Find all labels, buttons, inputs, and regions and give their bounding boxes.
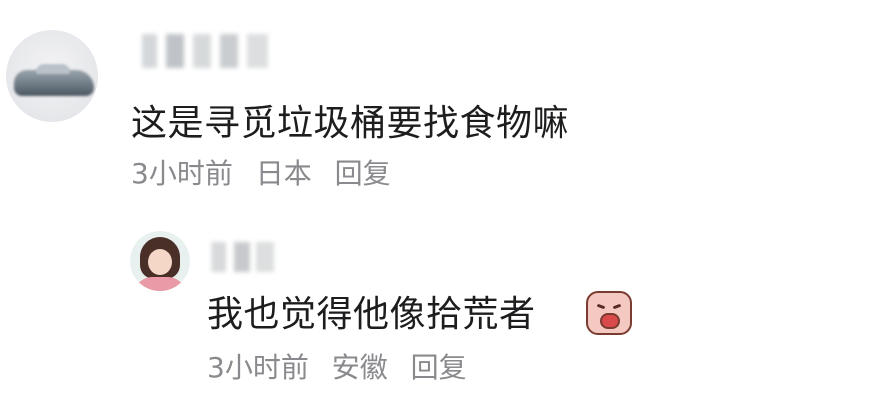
- avatar[interactable]: [6, 30, 98, 122]
- avatar-shirt: [134, 277, 186, 291]
- reply-text: 我也觉得他像拾荒者: [207, 294, 536, 335]
- car-window: [36, 64, 70, 74]
- reply-meta: 3小时前 安徽 回复: [207, 348, 481, 388]
- reply-avatar[interactable]: [130, 231, 190, 291]
- comment-text: 这是寻觅垃圾桶要找食物嘛: [131, 103, 570, 144]
- comment-time: 3小时前: [131, 157, 233, 190]
- reply-reply-button[interactable]: 回复: [411, 351, 467, 384]
- blurred-username[interactable]: [133, 34, 283, 68]
- comment-meta: 3小时前 日本 回复: [131, 154, 405, 194]
- comment-thread: 这是寻觅垃圾桶要找食物嘛 3小时前 日本 回复 我也觉得他像拾荒者 3小时前 安…: [0, 0, 895, 405]
- comment-location: 日本: [255, 157, 312, 190]
- reply-button[interactable]: 回复: [335, 157, 391, 190]
- blurred-reply-username[interactable]: [205, 242, 285, 272]
- crying-face-icon: [586, 291, 632, 335]
- emoji-eye-left: [596, 303, 606, 310]
- reply-location: 安徽: [331, 351, 388, 384]
- reply-time: 3小时前: [207, 351, 309, 384]
- emoji-mouth: [600, 313, 620, 329]
- avatar-face: [148, 249, 172, 275]
- emoji-eye-right: [612, 303, 622, 310]
